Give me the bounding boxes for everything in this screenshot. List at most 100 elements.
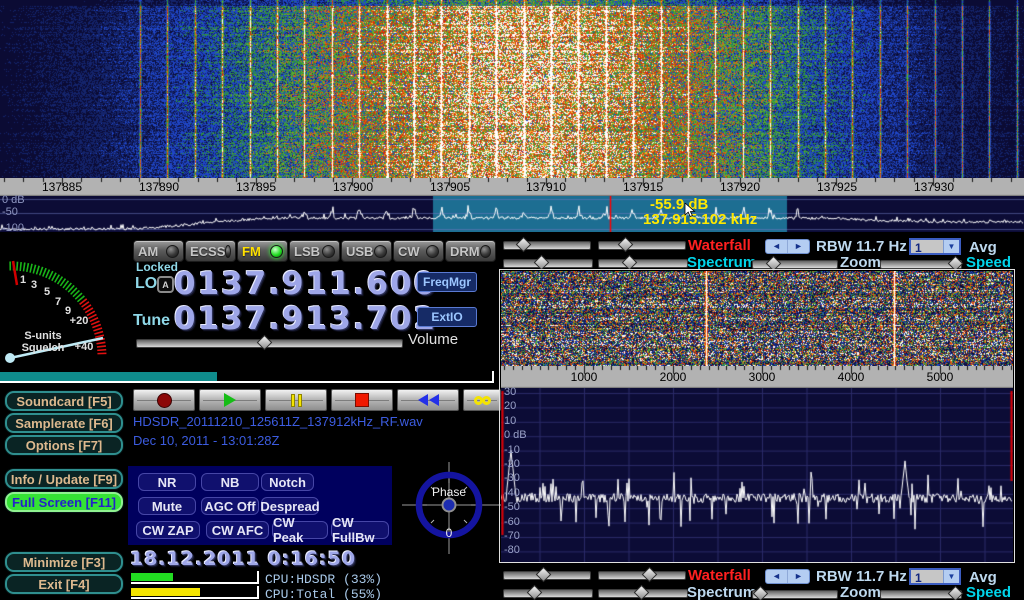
- freqmgr-button[interactable]: FreqMgr: [417, 272, 477, 292]
- record-button[interactable]: [133, 389, 195, 411]
- audio-db-label: -20: [504, 458, 520, 470]
- rbw-increase-button[interactable]: ►: [787, 570, 809, 583]
- mute-button[interactable]: Mute: [138, 497, 196, 515]
- loop-icon: [474, 396, 491, 405]
- minimize-button[interactable]: Minimize [F3]: [5, 552, 123, 572]
- pause-button[interactable]: [265, 389, 327, 411]
- freq-scale-label: 137905: [416, 180, 484, 194]
- led-icon: [270, 245, 283, 258]
- mode-button-lsb[interactable]: LSB: [289, 240, 340, 262]
- s-meter[interactable]: 1 3 5 7 9 +20 +40 S-units Squelch: [0, 238, 128, 372]
- lo-frequency-readout[interactable]: 0137.911.600: [174, 266, 437, 302]
- led-icon: [322, 245, 335, 258]
- hdsdr-window: 137885 137890 137895 137900 137905 13791…: [0, 0, 1024, 600]
- avg-select[interactable]: 1▼: [909, 238, 961, 255]
- samplerate-button[interactable]: Samplerate [F6]: [5, 413, 123, 433]
- upper-waterfall-contrast-slider[interactable]: [598, 241, 686, 250]
- chevron-down-icon[interactable]: ▼: [943, 570, 959, 583]
- upper-spectrum-contrast-slider[interactable]: [598, 259, 688, 268]
- tune-label: Tune: [133, 312, 170, 330]
- freq-scale-label: 137920: [706, 180, 774, 194]
- audio-freq-label: 5000: [915, 370, 965, 384]
- lower-waterfall-brightness-slider[interactable]: [503, 571, 591, 580]
- loop-button[interactable]: [463, 389, 501, 411]
- rbw-decrease-button[interactable]: ◄: [766, 570, 787, 583]
- db-axis-label: 0 dB: [2, 194, 25, 206]
- rbw-stepper: ◄►: [765, 239, 810, 254]
- led-icon: [374, 245, 387, 258]
- info-update-button[interactable]: Info / Update [F9]: [5, 469, 123, 489]
- extio-button[interactable]: ExtIO: [417, 307, 477, 327]
- audio-db-label: -10: [504, 444, 520, 456]
- upper-waterfall-brightness-slider[interactable]: [503, 241, 591, 250]
- rbw-increase-button[interactable]: ►: [787, 240, 809, 253]
- rbw-decrease-button[interactable]: ◄: [766, 240, 787, 253]
- cw-fullbw-button[interactable]: CW FullBw: [331, 521, 389, 539]
- audio-freq-label: 4000: [826, 370, 876, 384]
- notch-button[interactable]: Notch: [261, 473, 314, 491]
- main-frequency-scale[interactable]: 137885 137890 137895 137900 137905 13791…: [0, 178, 1024, 196]
- main-waterfall-display[interactable]: [0, 0, 1024, 178]
- lower-speed-slider[interactable]: [880, 590, 962, 599]
- rewind-button[interactable]: [397, 389, 459, 411]
- audio-frequency-scale[interactable]: 0 1000 2000 3000 4000 5000: [501, 366, 1013, 388]
- lo-lock-badge[interactable]: A: [157, 276, 174, 293]
- audio-db-label: -70: [504, 530, 520, 542]
- mode-button-am[interactable]: AM: [133, 240, 184, 262]
- audio-db-label: 20: [504, 400, 516, 412]
- cw-zap-button[interactable]: CW ZAP: [136, 521, 200, 539]
- audio-spectrum-display[interactable]: 30 20 10 0 dB -10 -20 -30 -40 -50 -60 -7…: [501, 388, 1013, 562]
- nr-button[interactable]: NR: [138, 473, 196, 491]
- play-button[interactable]: [199, 389, 261, 411]
- lower-zoom-slider[interactable]: [752, 590, 838, 599]
- freq-scale-label: 137895: [222, 180, 290, 194]
- agc-off-button[interactable]: AGC Off: [201, 497, 259, 515]
- cpu-total-label: CPU:Total (55%): [265, 587, 382, 600]
- mode-button-row: AM ECSS FM LSB USB CW DRM: [133, 240, 496, 262]
- mode-button-usb[interactable]: USB: [341, 240, 392, 262]
- cpu-hdsdr-bar: [131, 571, 259, 584]
- waterfall-label: Waterfall: [688, 237, 751, 254]
- lower-waterfall-contrast-slider[interactable]: [598, 571, 686, 580]
- stop-button[interactable]: [331, 389, 393, 411]
- audio-db-label: 0 dB: [504, 429, 527, 441]
- db-axis-label: -50: [2, 206, 18, 218]
- upper-speed-slider[interactable]: [880, 260, 962, 269]
- audio-waterfall-display[interactable]: [501, 271, 1013, 366]
- nb-button[interactable]: NB: [201, 473, 259, 491]
- volume-slider[interactable]: [136, 339, 403, 348]
- avg-select[interactable]: 1▼: [909, 568, 961, 585]
- upper-spectrum-brightness-slider[interactable]: [503, 259, 593, 268]
- tune-frequency-readout[interactable]: 0137.913.702: [174, 301, 437, 337]
- main-spectrum-display[interactable]: 0 dB -50 -100 -55.9 dB 137.915.102 kHz: [0, 196, 1024, 232]
- mode-button-ecss[interactable]: ECSS: [185, 240, 236, 262]
- despread-button[interactable]: Despread: [261, 497, 319, 515]
- recorder-controls: [133, 389, 501, 411]
- fullscreen-button[interactable]: Full Screen [F11]: [5, 492, 123, 512]
- lower-spectrum-brightness-slider[interactable]: [503, 589, 593, 598]
- cw-afc-button[interactable]: CW AFC: [206, 521, 269, 539]
- mode-button-fm[interactable]: FM: [237, 240, 288, 262]
- local-datetime: 18.12.2011 0:16:50: [130, 548, 356, 570]
- rbw-label: RBW 11.7 Hz: [816, 238, 907, 255]
- audio-freq-label: 2000: [648, 370, 698, 384]
- soundcard-button[interactable]: Soundcard [F5]: [5, 391, 123, 411]
- cpu-total-bar: [131, 586, 259, 599]
- smeter-caption: Squelch: [22, 342, 65, 354]
- options-button[interactable]: Options [F7]: [5, 435, 123, 455]
- smeter-tick: +20: [70, 315, 89, 327]
- playback-progress-bar[interactable]: [0, 371, 494, 383]
- chevron-down-icon[interactable]: ▼: [943, 240, 959, 253]
- upper-zoom-slider[interactable]: [752, 260, 838, 269]
- upper-display-controls: Waterfall Spectrum ◄► RBW 11.7 Hz Zoom 1…: [500, 237, 1024, 269]
- cw-peak-button[interactable]: CW Peak: [272, 521, 328, 539]
- lower-spectrum-contrast-slider[interactable]: [598, 589, 688, 598]
- exit-button[interactable]: Exit [F4]: [5, 574, 123, 594]
- secondary-display-box: 0 1000 2000 3000 4000 5000 30 20 10 0 dB…: [499, 269, 1015, 563]
- mode-button-cw[interactable]: CW: [393, 240, 444, 262]
- audio-freq-label: 1000: [559, 370, 609, 384]
- freq-scale-label: 137910: [512, 180, 580, 194]
- lo-label: LO: [135, 275, 157, 293]
- led-icon: [225, 245, 231, 258]
- mode-button-drm[interactable]: DRM: [445, 240, 496, 262]
